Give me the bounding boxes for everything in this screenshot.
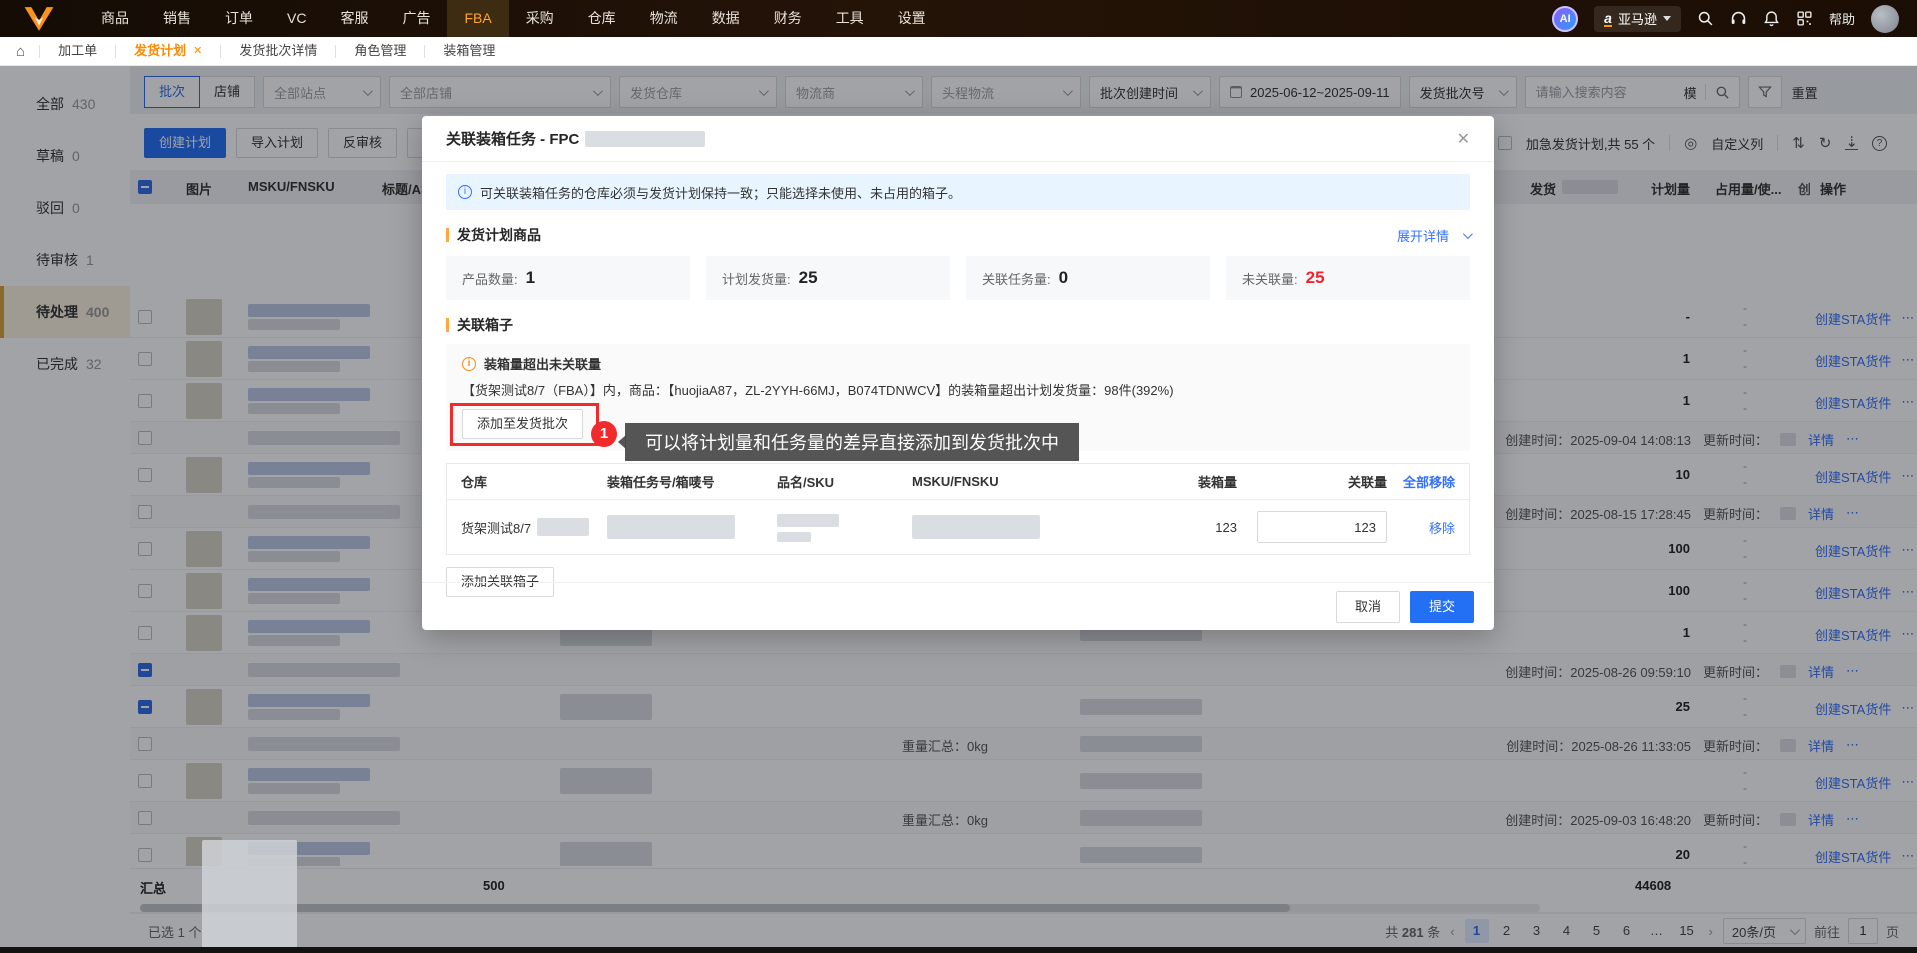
remove-all-link[interactable]: 全部移除 [1403, 475, 1455, 490]
col-pack-qty: 装箱量 [1197, 475, 1237, 490]
modal-footer: 取消 提交 [422, 582, 1494, 630]
nav-item-工具[interactable]: 工具 [819, 0, 881, 37]
nav-item-FBA[interactable]: FBA [447, 0, 509, 37]
cancel-button[interactable]: 取消 [1335, 590, 1400, 623]
col-product-sku: 品名/SKU [777, 475, 835, 490]
redacted-batch-code [585, 130, 706, 147]
add-to-batch-button[interactable]: 添加至发货批次 [462, 409, 584, 439]
nav-item-商品[interactable]: 商品 [84, 0, 146, 37]
nav-item-广告[interactable]: 广告 [385, 0, 447, 37]
close-icon[interactable]: ✕ [193, 37, 202, 65]
tab-发货计划[interactable]: 发货计划 ✕ [116, 37, 221, 65]
box-table-header: 仓库 装箱任务号/箱唛号 品名/SKU MSKU/FNSKU 装箱量 关联量 全… [447, 464, 1469, 500]
amazon-icon: a [1604, 9, 1612, 27]
stat-product-count: 产品数量: 1 [446, 256, 690, 300]
page-tabbar: ⌂ 加工单 发货计划 ✕ 发货批次详情 角色管理 装箱管理 [0, 37, 1917, 66]
redacted-text [537, 518, 590, 536]
section-products-header: 发货计划商品 展开详情 [446, 225, 1473, 245]
section-boxes-header: 关联箱子 [446, 315, 1470, 335]
tab-加工单[interactable]: 加工单 [40, 37, 115, 65]
linked-box-table: 仓库 装箱任务号/箱唛号 品名/SKU MSKU/FNSKU 装箱量 关联量 全… [446, 463, 1470, 555]
nav-item-客服[interactable]: 客服 [323, 0, 385, 37]
chevron-down-icon [1662, 16, 1671, 21]
help-link[interactable]: 帮助 [1829, 9, 1855, 28]
col-task-no: 装箱任务号/箱唛号 [607, 475, 715, 490]
nav-item-采购[interactable]: 采购 [509, 0, 571, 37]
annotation-tooltip: 可以将计划量和任务量的差异直接添加到发货批次中 [618, 423, 1080, 461]
nav-item-VC[interactable]: VC [270, 0, 323, 37]
topnav-right-cluster: AI a 亚马逊 帮助 [1552, 4, 1917, 33]
tab-角色管理[interactable]: 角色管理 [336, 37, 424, 65]
redacted-region [202, 840, 297, 948]
info-alert: i 可关联装箱任务的仓库必须与发货计划保持一致；只能选择未使用、未占用的箱子。 [446, 174, 1470, 210]
info-icon: i [458, 185, 472, 199]
annotation-step-badge: 1 [591, 421, 618, 447]
marketplace-selector[interactable]: a 亚马逊 [1594, 5, 1681, 32]
stat-unlinked-qty: 未关联量: 25 [1226, 256, 1470, 300]
stat-planned-qty: 计划发货量: 25 [706, 256, 950, 300]
nav-item-销售[interactable]: 销售 [146, 0, 208, 37]
info-alert-text: 可关联装箱任务的仓库必须与发货计划保持一致；只能选择未使用、未占用的箱子。 [480, 185, 962, 201]
bottom-strip [0, 947, 1917, 953]
warning-icon: i [462, 356, 476, 371]
expand-details-link[interactable]: 展开详情 [1397, 226, 1473, 245]
redacted-name [777, 514, 839, 527]
remove-link[interactable]: 移除 [1429, 521, 1455, 536]
redacted-task-no [607, 515, 735, 539]
close-icon[interactable]: ✕ [1457, 129, 1470, 149]
tab-装箱管理[interactable]: 装箱管理 [425, 37, 513, 65]
col-link-qty: 关联量 [1347, 475, 1387, 490]
annotated-button-wrap: 添加至发货批次 1 可以将计划量和任务量的差异直接添加到发货批次中 [450, 403, 1080, 461]
col-warehouse: 仓库 [461, 475, 488, 490]
section-marker [446, 228, 449, 242]
section-marker [446, 318, 449, 332]
redacted-msku [912, 515, 1040, 539]
nav-item-物流[interactable]: 物流 [633, 0, 695, 37]
modal-title: 关联装箱任务 - FPC [446, 131, 580, 148]
pack-qty-value: 123 [1215, 519, 1237, 535]
main-menu: 商品 销售 订单 VC 客服 广告 FBA 采购 仓库 物流 数据 财务 工具 设置 [84, 0, 943, 37]
headset-icon[interactable] [1730, 10, 1747, 27]
apps-grid-icon[interactable] [1796, 10, 1813, 27]
home-icon[interactable]: ⌂ [16, 43, 25, 60]
modal-body: i 可关联装箱任务的仓库必须与发货计划保持一致；只能选择未使用、未占用的箱子。 … [422, 174, 1494, 597]
link-packing-task-modal: 关联装箱任务 - FPC ✕ i 可关联装箱任务的仓库必须与发货计划保持一致；只… [422, 116, 1494, 630]
app-window: 商品 销售 订单 VC 客服 广告 FBA 采购 仓库 物流 数据 财务 工具 设置 AI a 亚马逊 帮… [0, 0, 1917, 953]
col-msku-fnsku: MSKU/FNSKU [912, 474, 999, 489]
section-boxes-title: 关联箱子 [457, 317, 513, 333]
nav-item-数据[interactable]: 数据 [695, 0, 757, 37]
notification-bell-icon[interactable] [1763, 10, 1780, 27]
nav-item-设置[interactable]: 设置 [881, 0, 943, 37]
tab-发货批次详情[interactable]: 发货批次详情 [221, 37, 335, 65]
open-tabs: 加工单 发货计划 ✕ 发货批次详情 角色管理 装箱管理 [40, 37, 513, 65]
warning-text: 【货架测试8/7（FBA）】内，商品：【huojiaA87，ZL-2YYH-66… [462, 383, 1174, 398]
warehouse-name: 货架测试8/7 [461, 520, 532, 536]
nav-item-仓库[interactable]: 仓库 [571, 0, 633, 37]
brand-fox-logo [24, 6, 54, 31]
ai-assistant-button[interactable]: AI [1552, 5, 1579, 32]
search-icon[interactable] [1697, 10, 1714, 27]
nav-item-订单[interactable]: 订单 [208, 0, 270, 37]
marketplace-label: 亚马逊 [1617, 12, 1657, 27]
section-products-title: 发货计划商品 [457, 227, 541, 243]
overpack-warning: i 装箱量超出未关联量 【货架测试8/7（FBA）】内，商品：【huojiaA8… [446, 344, 1470, 461]
submit-button[interactable]: 提交 [1409, 590, 1474, 623]
stat-linked-qty: 关联任务量: 0 [966, 256, 1210, 300]
nav-item-财务[interactable]: 财务 [757, 0, 819, 37]
redacted-sku [777, 532, 811, 543]
warning-title: 装箱量超出未关联量 [484, 357, 602, 372]
plan-stats: 产品数量: 1 计划发货量: 25 关联任务量: 0 未关联量: 25 [446, 256, 1470, 300]
box-table-row: 货架测试8/7 123 移除 [447, 500, 1469, 554]
user-avatar[interactable] [1871, 4, 1899, 33]
link-qty-input[interactable] [1257, 511, 1387, 543]
modal-header: 关联装箱任务 - FPC ✕ [422, 116, 1494, 162]
chevron-down-icon [1462, 228, 1473, 239]
top-navigation: 商品 销售 订单 VC 客服 广告 FBA 采购 仓库 物流 数据 财务 工具 设置 AI a 亚马逊 帮… [0, 0, 1917, 37]
